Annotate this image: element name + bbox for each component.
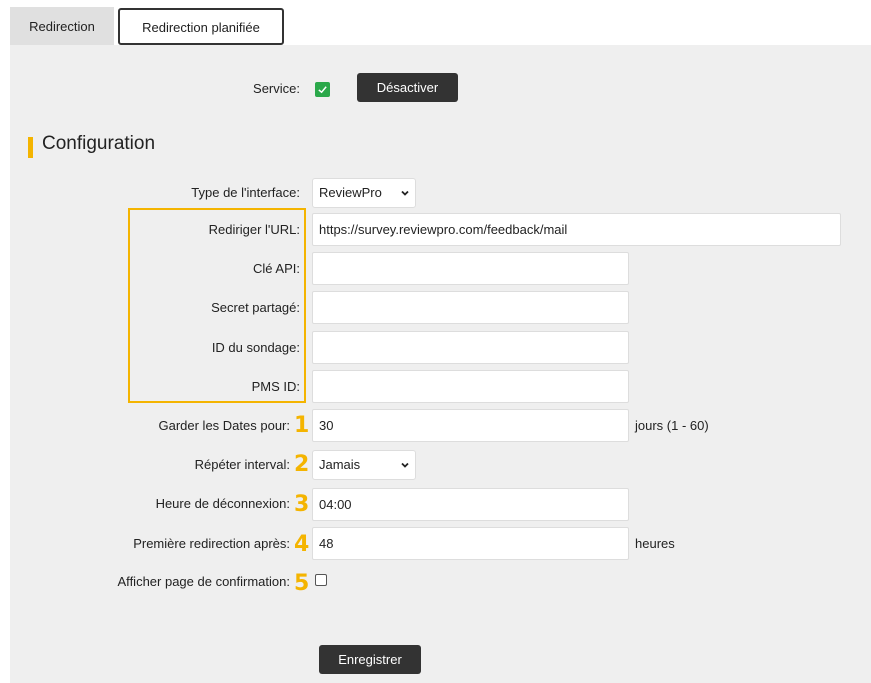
shared-secret-input[interactable] xyxy=(312,291,629,324)
tab-scheduled-redirection[interactable]: Redirection planifiée xyxy=(118,8,284,45)
first-redirect-input[interactable]: 48 xyxy=(312,527,629,560)
chevron-down-icon xyxy=(401,190,409,196)
interface-type-label: Type de l'interface: xyxy=(191,185,300,200)
section-title: Configuration xyxy=(42,133,156,154)
logout-time-label: Heure de déconnexion: xyxy=(155,496,290,511)
api-key-input[interactable] xyxy=(312,252,629,285)
deactivate-button[interactable]: Désactiver xyxy=(357,73,458,102)
badge-2: 2 xyxy=(294,452,310,477)
keep-dates-unit: jours (1 - 60) xyxy=(635,418,709,433)
badge-4: 4 xyxy=(294,532,310,557)
service-checkbox[interactable] xyxy=(315,82,330,97)
show-confirmation-label: Afficher page de confirmation: xyxy=(117,574,290,589)
repeat-interval-label: Répéter interval: xyxy=(194,457,290,472)
keep-dates-input[interactable]: 30 xyxy=(312,409,629,442)
redirect-url-label: Rediriger l'URL: xyxy=(208,222,300,237)
save-button[interactable]: Enregistrer xyxy=(319,645,421,674)
pms-id-input[interactable] xyxy=(312,370,629,403)
api-key-label: Clé API: xyxy=(253,261,300,276)
chevron-down-icon xyxy=(401,462,409,468)
service-label: Service: xyxy=(253,81,300,96)
interface-type-select[interactable]: ReviewPro xyxy=(312,178,416,208)
logout-time-input[interactable]: 04:00 xyxy=(312,488,629,521)
keep-dates-label: Garder les Dates pour: xyxy=(158,418,290,433)
check-icon xyxy=(318,86,327,94)
badge-3: 3 xyxy=(294,492,310,517)
survey-id-label: ID du sondage: xyxy=(211,340,300,355)
first-redirect-unit: heures xyxy=(635,536,675,551)
first-redirect-label: Première redirection après: xyxy=(133,536,290,551)
survey-id-input[interactable] xyxy=(312,331,629,364)
tab-redirection[interactable]: Redirection xyxy=(10,7,114,46)
repeat-interval-select[interactable]: Jamais xyxy=(312,450,416,480)
show-confirmation-checkbox[interactable] xyxy=(315,574,327,586)
shared-secret-label: Secret partagé: xyxy=(211,300,300,315)
badge-1: 1 xyxy=(294,413,310,438)
redirect-url-input[interactable]: https://survey.reviewpro.com/feedback/ma… xyxy=(312,213,841,246)
pms-id-label: PMS ID: xyxy=(251,379,300,394)
badge-5: 5 xyxy=(294,571,310,596)
settings-panel: Service: Désactiver Configuration Type d… xyxy=(10,45,871,683)
